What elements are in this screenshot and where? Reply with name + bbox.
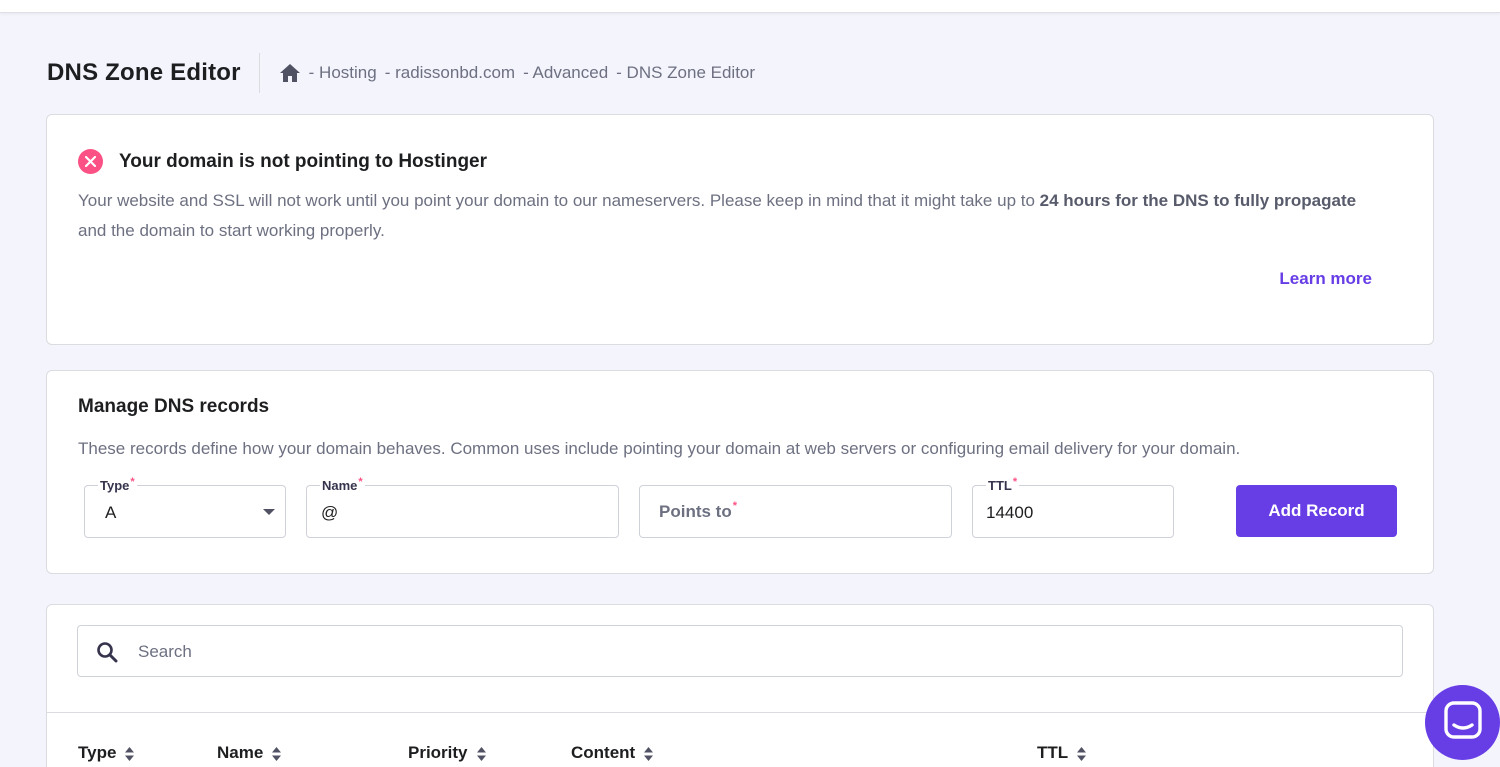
sort-icon — [125, 746, 135, 761]
ttl-label: TTL* — [986, 476, 1020, 493]
name-field[interactable]: Name* @ — [306, 476, 619, 538]
home-icon[interactable] — [279, 63, 301, 83]
column-header-content[interactable]: Content — [571, 743, 654, 763]
alert-message-emphasis: 24 hours for the DNS to fully propagate — [1039, 191, 1357, 210]
add-record-button[interactable]: Add Record — [1236, 485, 1397, 537]
manage-dns-description: These records define how your domain beh… — [78, 439, 1241, 458]
type-label: Type* — [98, 476, 137, 493]
alert-header: Your domain is not pointing to Hostinger — [78, 149, 487, 174]
column-header-type-label: Type — [78, 743, 117, 762]
chat-support-button[interactable] — [1425, 685, 1500, 760]
column-header-name[interactable]: Name — [217, 743, 282, 763]
breadcrumb-current: - DNS Zone Editor — [616, 63, 756, 82]
column-header-ttl[interactable]: TTL — [1037, 743, 1087, 763]
alert-title: Your domain is not pointing to Hostinger — [119, 150, 488, 172]
breadcrumb-hosting[interactable]: - Hosting — [309, 63, 377, 83]
points-to-placeholder: Points to* — [659, 500, 737, 521]
learn-more-link[interactable]: Learn more — [1279, 269, 1372, 289]
column-header-content-label: Content — [571, 743, 636, 762]
search-box — [77, 625, 1403, 677]
column-header-type[interactable]: Type — [78, 743, 135, 763]
chat-icon — [1443, 700, 1483, 745]
sort-icon — [476, 746, 486, 761]
column-header-ttl-label: TTL — [1037, 743, 1069, 762]
name-label: Name* — [320, 476, 365, 493]
column-header-name-label: Name — [217, 743, 264, 762]
table-divider — [47, 712, 1433, 713]
sort-icon — [272, 746, 282, 761]
breadcrumb: - Hosting - radissonbd.com - Advanced - … — [279, 63, 763, 83]
breadcrumb-advanced[interactable]: - Advanced — [523, 63, 608, 83]
search-icon — [96, 641, 118, 663]
sort-icon — [644, 746, 654, 761]
manage-dns-title: Manage DNS records — [78, 396, 270, 417]
domain-warning-card: Your domain is not pointing to Hostinger… — [46, 114, 1434, 345]
manage-dns-card: Manage DNS records These records define … — [46, 370, 1434, 574]
alert-message: Your website and SSL will not work until… — [78, 186, 1378, 246]
page-title: DNS Zone Editor — [47, 59, 241, 86]
ttl-field[interactable]: TTL* 14400 — [972, 476, 1174, 538]
alert-message-text-end: and the domain to start working properly… — [78, 221, 385, 240]
sort-icon — [1077, 746, 1087, 761]
chevron-down-icon — [263, 509, 275, 515]
type-select[interactable]: Type* A — [84, 476, 286, 538]
name-value: @ — [321, 503, 339, 522]
page-header: DNS Zone Editor - Hosting - radissonbd.c… — [47, 52, 763, 94]
points-to-field[interactable]: Points to* — [639, 485, 952, 538]
ttl-value: 14400 — [986, 503, 1034, 522]
top-navigation-bar — [0, 0, 1500, 13]
alert-message-text: Your website and SSL will not work until… — [78, 191, 1040, 210]
search-input[interactable] — [138, 638, 1338, 666]
dns-records-card: Type Name Priority Content TTL — [46, 604, 1434, 767]
type-value: A — [105, 503, 117, 522]
header-divider — [258, 53, 260, 93]
error-icon — [78, 149, 103, 174]
breadcrumb-domain[interactable]: - radissonbd.com — [385, 63, 515, 83]
column-header-priority-label: Priority — [408, 743, 468, 762]
column-header-priority[interactable]: Priority — [408, 743, 486, 763]
